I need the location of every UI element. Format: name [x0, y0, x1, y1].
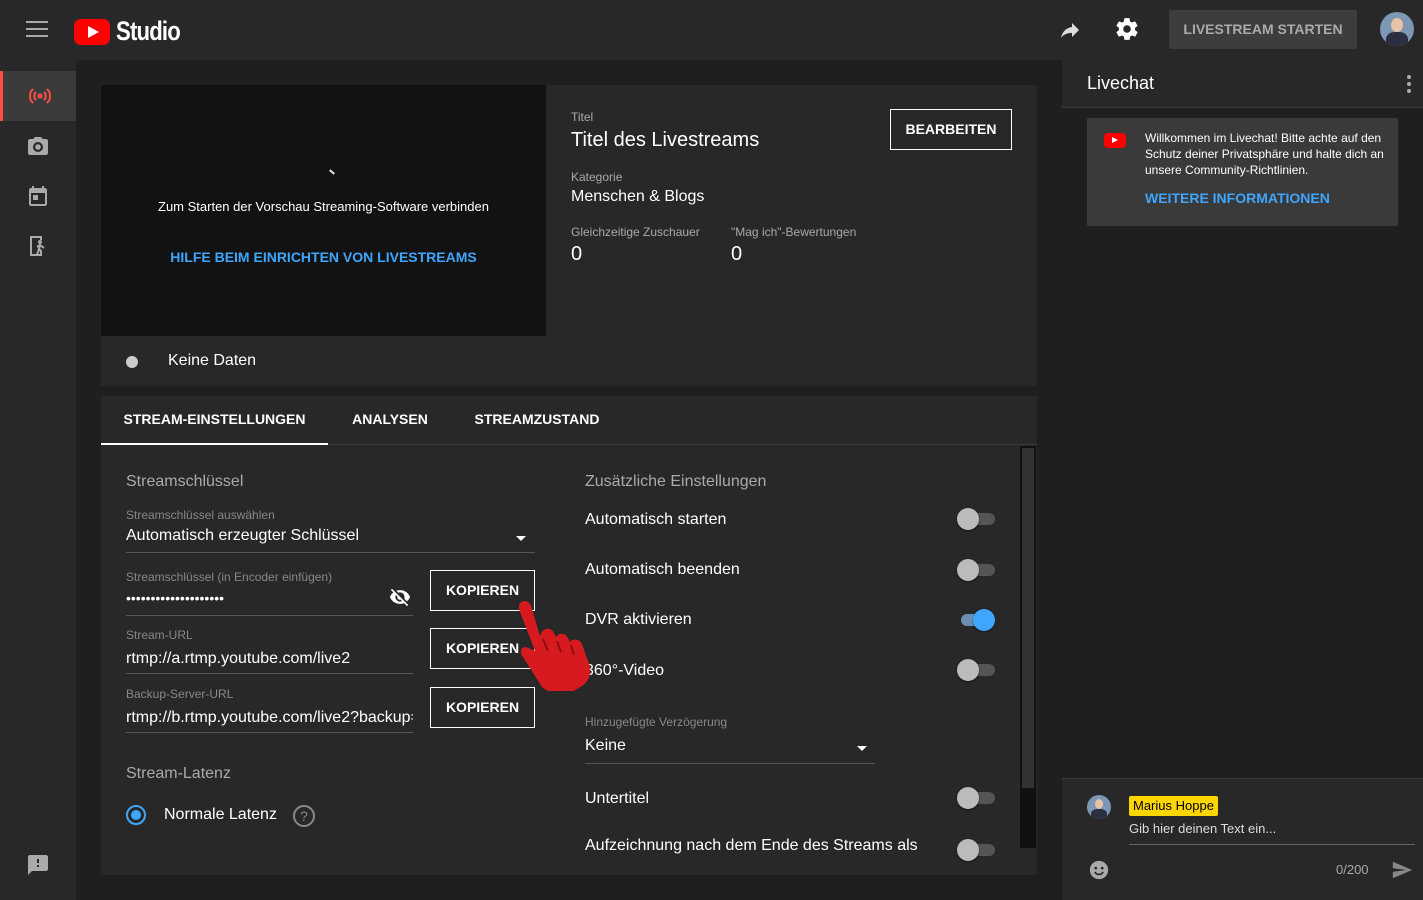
camera-icon: [28, 137, 48, 155]
pointing-hand-icon: [519, 601, 591, 691]
feedback-icon: [28, 855, 48, 875]
broadcast-icon: [28, 88, 51, 104]
more-options-icon[interactable]: [1407, 75, 1413, 95]
dvr-toggle[interactable]: [957, 609, 995, 631]
rail-item-feedback[interactable]: [0, 840, 76, 890]
tab-stream-settings[interactable]: STREAM-EINSTELLUNGEN: [101, 396, 328, 445]
send-icon[interactable]: [1390, 859, 1414, 881]
avatar[interactable]: [1380, 12, 1414, 46]
rail-item-webcam[interactable]: [0, 121, 76, 171]
key-select-dropdown[interactable]: Automatisch erzeugter Schlüssel: [126, 527, 506, 545]
title-label: Titel: [571, 110, 594, 124]
video-360-label: 360°-Video: [585, 662, 665, 679]
stream-url-field[interactable]: rtmp://a.rtmp.youtube.com/live2: [126, 650, 413, 668]
auto-start-toggle[interactable]: [957, 508, 995, 530]
backup-url-label: Backup-Server-URL: [126, 687, 234, 701]
likes-label: "Mag ich"-Bewertungen: [731, 225, 857, 239]
manage-icon: [30, 236, 45, 256]
youtube-logo-icon: [74, 18, 110, 45]
rail-item-manage[interactable]: [0, 221, 76, 271]
category-value: Menschen & Blogs: [571, 188, 705, 205]
backup-url-field[interactable]: rtmp://b.rtmp.youtube.com/live2?backup=1: [126, 709, 413, 727]
stream-preview-card: Zum Starten der Vorschau Streaming-Softw…: [101, 85, 1037, 386]
tab-stream-health[interactable]: STREAMZUSTAND: [467, 396, 607, 445]
chat-input-area: Marius Hoppe Gib hier deinen Text ein...…: [1062, 778, 1423, 900]
share-icon[interactable]: [1058, 18, 1082, 42]
divider: [126, 552, 535, 553]
live-chat-panel: Livechat Willkommen im Livechat! Bitte a…: [1062, 60, 1423, 900]
stream-key-title: Streamschlüssel: [126, 473, 244, 490]
viewers-count: 0: [571, 243, 583, 265]
scrollbar[interactable]: [1020, 446, 1036, 848]
divider: [126, 732, 413, 733]
calendar-icon: [29, 186, 47, 206]
emoji-icon[interactable]: [1088, 859, 1110, 881]
viewers-label: Gleichzeitige Zuschauer: [571, 225, 700, 239]
chat-user-name: Marius Hoppe: [1129, 796, 1218, 816]
rail-item-stream[interactable]: [0, 71, 76, 121]
chat-title: Livechat: [1087, 73, 1155, 93]
latency-title: Stream-Latenz: [126, 765, 231, 782]
divider: [585, 763, 875, 764]
tab-analytics[interactable]: ANALYSEN: [340, 396, 440, 445]
subtitles-toggle[interactable]: [957, 787, 995, 809]
status-text: Keine Daten: [168, 352, 257, 369]
help-icon[interactable]: ?: [293, 805, 315, 827]
chevron-down-icon[interactable]: [516, 536, 526, 541]
start-livestream-button[interactable]: LIVESTREAM STARTEN: [1169, 10, 1357, 49]
char-counter: 0/200: [1336, 862, 1369, 877]
key-select-label: Streamschlüssel auswählen: [126, 508, 275, 522]
additional-settings-title: Zusätzliche Einstellungen: [585, 473, 767, 490]
main-content: Zum Starten der Vorschau Streaming-Softw…: [76, 60, 1062, 900]
normal-latency-radio[interactable]: [126, 805, 146, 825]
auto-start-label: Automatisch starten: [585, 511, 727, 528]
logo-text: Studio: [116, 16, 181, 46]
auto-stop-toggle[interactable]: [957, 559, 995, 581]
avatar: [1087, 795, 1111, 819]
normal-latency-label: Normale Latenz: [164, 806, 277, 823]
stream-key-label: Streamschlüssel (in Encoder einfügen): [126, 570, 333, 584]
video-preview: Zum Starten der Vorschau Streaming-Softw…: [101, 85, 546, 336]
divider: [126, 673, 413, 674]
chat-message-input[interactable]: Gib hier deinen Text ein...: [1129, 821, 1415, 845]
gear-icon[interactable]: [1114, 16, 1140, 42]
visibility-off-icon[interactable]: [389, 586, 411, 608]
stream-key-field[interactable]: ••••••••••••••••••••: [126, 590, 376, 606]
likes-count: 0: [731, 243, 743, 265]
edit-button[interactable]: BEARBEITEN: [890, 109, 1012, 150]
left-rail: [0, 60, 76, 900]
hamburger-menu-icon[interactable]: [26, 21, 48, 37]
delay-dropdown[interactable]: Keine: [585, 737, 825, 755]
recording-toggle[interactable]: [957, 839, 995, 861]
chat-header: Livechat: [1062, 60, 1423, 108]
stream-url-label: Stream-URL: [126, 628, 193, 642]
top-bar: Studio LIVESTREAM STARTEN: [0, 0, 1423, 60]
youtube-studio-logo[interactable]: Studio: [74, 16, 194, 47]
stream-title: Titel des Livestreams: [571, 129, 760, 151]
youtube-logo-icon: [1104, 133, 1126, 148]
dvr-label: DVR aktivieren: [585, 611, 692, 628]
recording-label: Aufzeichnung nach dem Ende des Streams a…: [585, 837, 918, 854]
subtitles-label: Untertitel: [585, 790, 650, 807]
video-360-toggle[interactable]: [957, 659, 995, 681]
settings-tabs: STREAM-EINSTELLUNGEN ANALYSEN STREAMZUST…: [101, 396, 1037, 445]
welcome-message: Willkommen im Livechat! Bitte achte auf …: [1087, 118, 1398, 226]
auto-stop-label: Automatisch beenden: [585, 561, 740, 578]
welcome-text: Willkommen im Livechat! Bitte achte auf …: [1145, 131, 1384, 177]
category-label: Kategorie: [571, 170, 623, 184]
loading-spinner: [329, 169, 335, 175]
stream-status: Keine Daten: [101, 336, 1037, 386]
preview-message: Zum Starten der Vorschau Streaming-Softw…: [158, 199, 489, 214]
status-indicator: [126, 356, 138, 368]
copy-backup-button[interactable]: KOPIEREN: [430, 687, 535, 728]
divider: [126, 615, 413, 616]
chevron-down-icon[interactable]: [857, 746, 867, 751]
delay-label: Hinzugefügte Verzögerung: [585, 715, 728, 729]
setup-help-link[interactable]: HILFE BEIM EINRICHTEN VON LIVESTREAMS: [101, 249, 546, 265]
rail-item-schedule[interactable]: [0, 171, 76, 221]
more-info-link[interactable]: WEITERE INFORMATIONEN: [1145, 190, 1330, 206]
